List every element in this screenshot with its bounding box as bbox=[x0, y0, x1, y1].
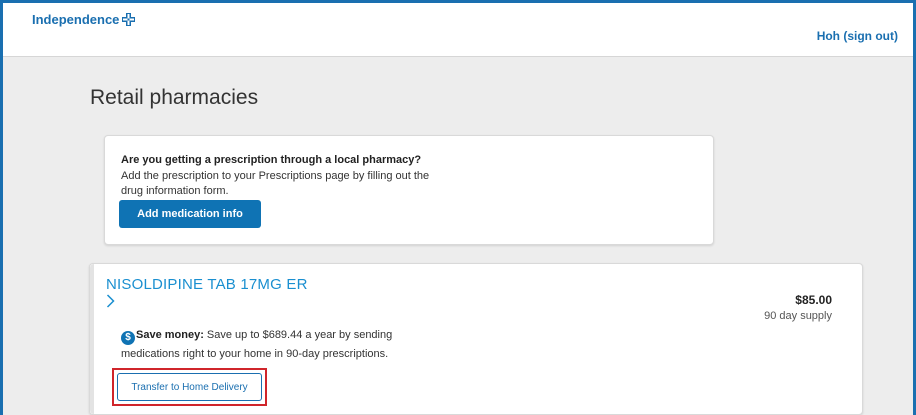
transfer-to-home-delivery-button[interactable]: Transfer to Home Delivery bbox=[117, 373, 262, 401]
drug-card: NISOLDIPINE TAB 17MG ER $85.00 90 day su… bbox=[89, 263, 863, 415]
save-money-message: $ Save money: Save up to $689.44 a year b… bbox=[121, 326, 431, 363]
independence-logo[interactable]: Independence bbox=[32, 12, 136, 27]
drug-name-link[interactable]: NISOLDIPINE TAB 17MG ER bbox=[106, 276, 308, 293]
logo-text: Independence bbox=[32, 12, 120, 27]
chevron-right-icon[interactable] bbox=[106, 294, 115, 313]
add-medication-info-button[interactable]: Add medication info bbox=[119, 200, 261, 228]
dollar-circle-icon: $ bbox=[121, 331, 135, 345]
local-pharmacy-description: Add the prescription to your Prescriptio… bbox=[121, 170, 430, 197]
card-accent-bar bbox=[90, 264, 94, 414]
local-pharmacy-card: Are you getting a prescription through a… bbox=[104, 135, 714, 245]
sign-out-link[interactable]: Hoh (sign out) bbox=[817, 29, 898, 43]
highlight-box: Transfer to Home Delivery bbox=[112, 368, 267, 406]
top-bar: Independence Hoh (sign out) bbox=[3, 3, 913, 57]
page-title: Retail pharmacies bbox=[90, 86, 259, 109]
cross-icon bbox=[122, 13, 136, 26]
drug-supply: 90 day supply bbox=[764, 310, 832, 322]
drug-price: $85.00 bbox=[795, 293, 832, 307]
save-money-label: Save money: bbox=[136, 329, 204, 341]
local-pharmacy-question: Are you getting a prescription through a… bbox=[121, 154, 422, 166]
app-frame: Independence Hoh (sign out) Retail pharm… bbox=[3, 3, 913, 415]
